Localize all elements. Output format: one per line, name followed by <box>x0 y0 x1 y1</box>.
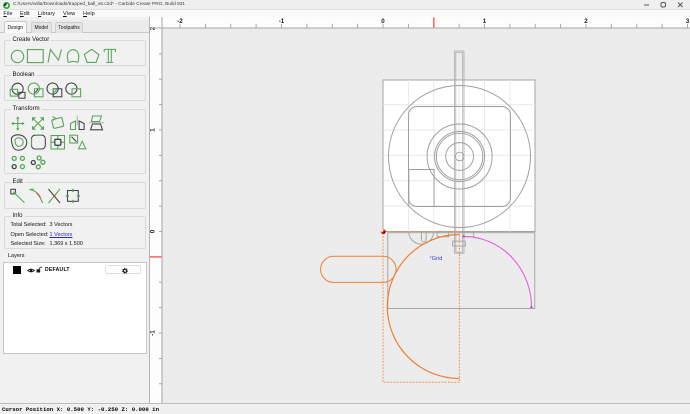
svg-text:1: 1 <box>483 18 487 25</box>
svg-text:-2: -2 <box>177 18 183 25</box>
svg-text:0: 0 <box>381 18 385 25</box>
svg-text:0: 0 <box>150 229 157 233</box>
svg-text:1: 1 <box>150 128 157 132</box>
svg-text:°Grid: °Grid <box>430 256 443 262</box>
svg-text:-1: -1 <box>150 330 157 336</box>
svg-text:3: 3 <box>686 18 690 25</box>
svg-text:2: 2 <box>584 18 588 25</box>
svg-text:-1: -1 <box>279 18 285 25</box>
